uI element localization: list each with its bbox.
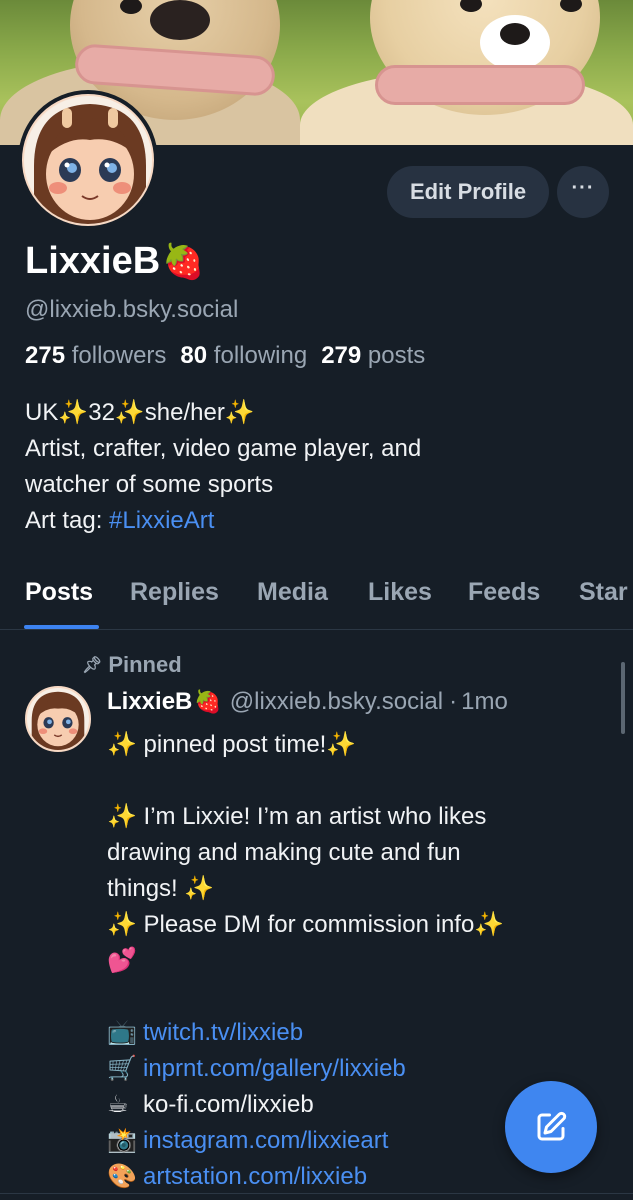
post-text-line: 💕 — [107, 947, 137, 974]
post-text-line: things! ✨ — [107, 875, 215, 902]
strawberry-emoji: 🍓 — [162, 242, 205, 281]
inprnt-link[interactable]: inprnt.com/gallery/lixxieb — [143, 1055, 406, 1082]
profile-stats: 275 followers 80 following 279 posts — [25, 342, 425, 370]
tab-starter-packs[interactable]: Star — [579, 578, 628, 607]
posts-count: 279 posts — [321, 342, 426, 369]
post-header: LixxieB 🍓 @lixxieb.bsky.social · 1mo — [107, 688, 508, 716]
bio-line: watcher of some sports — [25, 471, 274, 498]
coffee-icon: ☕ — [107, 1091, 129, 1118]
more-options-button[interactable]: ··· — [557, 166, 609, 218]
avatar-illustration — [24, 96, 152, 224]
post-separator: · — [449, 688, 458, 715]
art-hashtag-link[interactable]: #LixxieArt — [109, 507, 214, 534]
edit-profile-button[interactable]: Edit Profile — [387, 166, 549, 218]
instagram-link[interactable]: instagram.com/lixxieart — [143, 1127, 388, 1154]
active-tab-indicator — [24, 625, 99, 629]
kofi-text: ko-fi.com/lixxieb — [143, 1091, 314, 1118]
post-text-line: ✨ I’m Lixxie! I’m an artist who likes — [107, 803, 487, 830]
compose-icon — [537, 1111, 567, 1141]
tv-icon: 📺 — [107, 1019, 137, 1046]
post-timestamp[interactable]: 1mo — [461, 688, 508, 716]
twitch-link[interactable]: twitch.tv/lixxieb — [143, 1019, 303, 1046]
display-name: LixxieB 🍓 — [25, 240, 205, 283]
display-name-text: LixxieB — [25, 240, 161, 282]
more-icon: ··· — [571, 177, 595, 199]
post-text-line: ✨ Please DM for commission info✨ — [107, 911, 505, 938]
followers-link[interactable]: 275 followers — [25, 342, 166, 369]
post-link-row: 🛒 inprnt.com/gallery/lixxieb — [107, 1051, 612, 1087]
post-author-handle[interactable]: @lixxieb.bsky.social — [230, 688, 443, 716]
bio-line: Art tag: #LixxieArt — [25, 507, 215, 534]
post-text-line: ✨ pinned post time!✨ — [107, 731, 357, 758]
pin-icon: 📌︎ — [82, 657, 103, 674]
profile-tabs: Posts Replies Media Likes Feeds Star — [0, 570, 633, 630]
post-link-row: 📺 twitch.tv/lixxieb — [107, 1015, 612, 1051]
profile-bio: UK✨32✨she/her✨ Artist, crafter, video ga… — [25, 395, 615, 539]
palette-icon: 🎨 — [107, 1163, 137, 1190]
post-text-line: drawing and making cute and fun — [107, 839, 461, 866]
artstation-link[interactable]: artstation.com/lixxieb — [143, 1163, 367, 1190]
tab-replies[interactable]: Replies — [130, 578, 219, 607]
scrollbar[interactable] — [621, 662, 625, 734]
bio-line: Artist, crafter, video game player, and — [25, 435, 422, 462]
compose-post-button[interactable] — [505, 1081, 597, 1173]
tab-likes[interactable]: Likes — [368, 578, 432, 607]
camera-icon: 📸 — [107, 1127, 137, 1154]
post-author-name[interactable]: LixxieB — [107, 688, 192, 716]
divider — [0, 1193, 633, 1194]
profile-handle: @lixxieb.bsky.social — [25, 296, 239, 323]
shopping-cart-icon: 🛒 — [107, 1055, 137, 1082]
tab-media[interactable]: Media — [257, 578, 328, 607]
bio-line: UK✨32✨she/her✨ — [25, 399, 255, 426]
pinned-indicator: 📌︎ Pinned — [82, 652, 182, 677]
profile-avatar[interactable] — [18, 90, 158, 230]
strawberry-emoji: 🍓 — [194, 689, 222, 714]
tab-posts[interactable]: Posts — [25, 578, 93, 607]
post-author-avatar[interactable] — [25, 686, 91, 752]
avatar-illustration — [27, 688, 89, 750]
following-link[interactable]: 80 following — [180, 342, 307, 369]
tab-feeds[interactable]: Feeds — [468, 578, 540, 607]
